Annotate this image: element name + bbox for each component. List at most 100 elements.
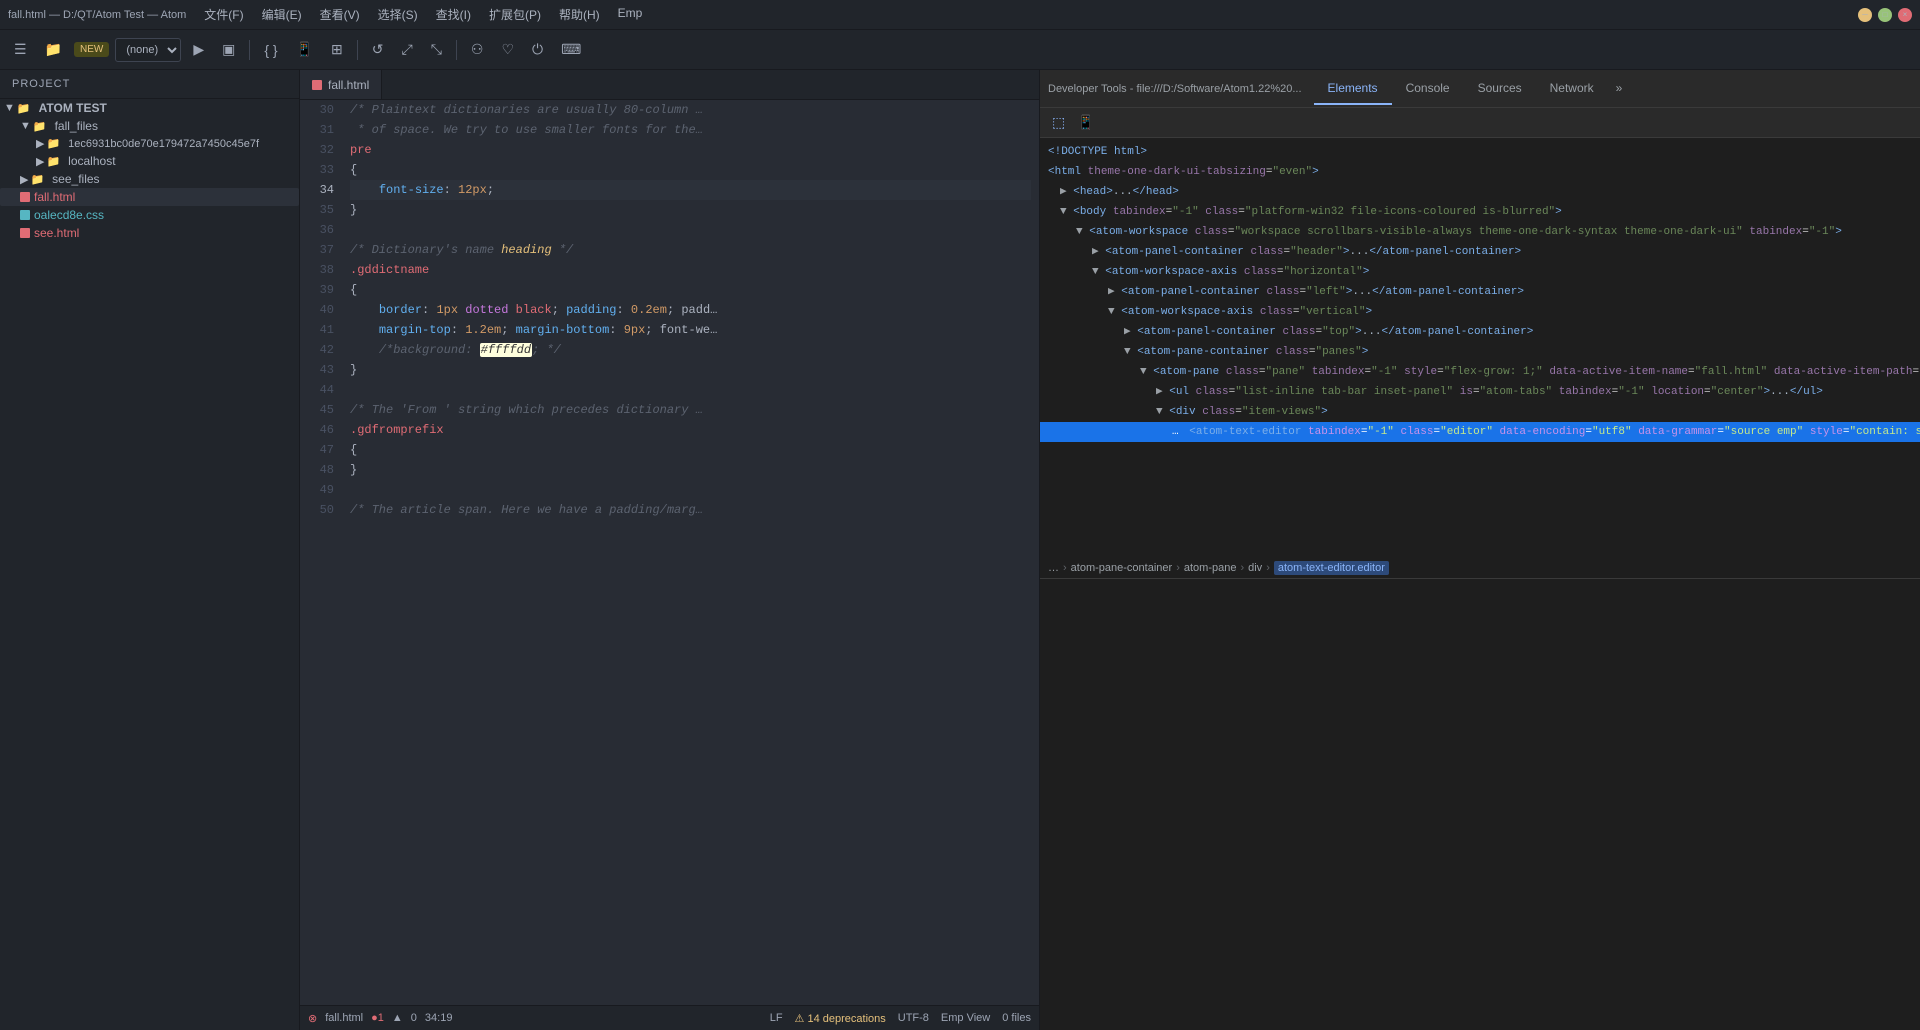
dom-line-panel-top[interactable]: ▶ <atom-panel-container class="top">...<… xyxy=(1040,322,1920,342)
github-button[interactable]: ⚇ xyxy=(465,37,490,62)
tree-fall-html[interactable]: fall.html xyxy=(0,188,299,206)
menu-find[interactable]: 查找(I) xyxy=(428,4,479,25)
collapse-arrow-icon: ▼ xyxy=(4,102,15,114)
tree-oalecd8e-css[interactable]: oalecd8e.css xyxy=(0,206,299,224)
ln-45: 45 xyxy=(308,400,334,420)
breadcrumb-sep-1: › xyxy=(1063,562,1067,574)
code-editor[interactable]: 30 31 32 33 34 35 36 37 38 39 40 41 42 4… xyxy=(300,100,1039,1005)
breadcrumb-atom-text-editor[interactable]: atom-text-editor.editor xyxy=(1274,561,1389,575)
status-right: LF ⚠ 14 deprecations UTF-8 Emp View 0 fi… xyxy=(770,1012,1031,1025)
tree-see-html[interactable]: see.html xyxy=(0,224,299,242)
inspect-element-btn[interactable]: ⬚ xyxy=(1048,112,1069,133)
breadcrumb-sep-3: › xyxy=(1240,562,1244,574)
project-selector[interactable]: (none) xyxy=(115,38,181,62)
menu-help[interactable]: 帮助(H) xyxy=(551,4,608,25)
fall-html-label: fall.html xyxy=(34,190,75,204)
play-button[interactable]: ▶ xyxy=(187,37,210,62)
window-title: fall.html — D:/QT/Atom Test — Atom xyxy=(8,9,186,21)
file-id-label: 1ec6931bc0de70e179472a7450c45e7f xyxy=(68,138,259,150)
dom-line-panes[interactable]: ▼ <atom-pane-container class="panes"> xyxy=(1040,342,1920,362)
see-html-label: see.html xyxy=(34,226,79,240)
tree-root[interactable]: ▼ 📁 ATOM TEST xyxy=(0,99,299,117)
devtools-tab-elements[interactable]: Elements xyxy=(1314,73,1392,105)
menu-edit[interactable]: 编辑(E) xyxy=(254,4,310,25)
status-error-icon: ⊗ xyxy=(308,1012,317,1025)
code-line-40: border: 1px dotted black; padding: 0.2em… xyxy=(350,300,1031,320)
dom-line-ul[interactable]: ▶ <ul class="list-inline tab-bar inset-p… xyxy=(1040,382,1920,402)
dom-line-axis-vert[interactable]: ▼ <atom-workspace-axis class="vertical"> xyxy=(1040,302,1920,322)
power-button[interactable]: ⏻ xyxy=(526,37,549,62)
folder-open[interactable]: 📁 xyxy=(39,37,68,62)
breadcrumb-dots: … xyxy=(1048,562,1059,574)
dom-line-doctype[interactable]: <!DOCTYPE html> xyxy=(1040,142,1920,162)
dom-line-panel-left[interactable]: ▶ <atom-panel-container class="left">...… xyxy=(1040,282,1920,302)
reload-button[interactable]: ↺ xyxy=(366,37,390,62)
dom-line-workspace[interactable]: ▼ <atom-workspace class="workspace scrol… xyxy=(1040,222,1920,242)
menu-emp[interactable]: Emp xyxy=(610,4,651,25)
dom-line-html[interactable]: <html theme-one-dark-ui-tabsizing="even"… xyxy=(1040,162,1920,182)
dom-line-body[interactable]: ▼ <body tabindex="-1" class="platform-wi… xyxy=(1040,202,1920,222)
menu-file[interactable]: 文件(F) xyxy=(196,4,251,25)
code-line-48: } xyxy=(350,460,1031,480)
html-icon-see xyxy=(20,228,30,238)
shrink-button[interactable]: ⤡ xyxy=(425,37,448,62)
expand-arrow-icon-2: ▶ xyxy=(36,137,44,150)
keyboard-button[interactable]: ⌨ xyxy=(555,37,587,62)
status-errors: ●1 xyxy=(371,1012,384,1024)
css-icon xyxy=(20,210,30,220)
tree-see-files[interactable]: ▶ 📁 see_files xyxy=(0,170,299,188)
editor-panel: Project ▼ 📁 ATOM TEST ▼ 📁 fall_files ▶ 📁… xyxy=(0,70,1040,1030)
devtools-tab-console[interactable]: Console xyxy=(1392,73,1464,105)
status-deprecations[interactable]: ⚠ 14 deprecations xyxy=(795,1012,886,1025)
dom-line-atom-text-editor[interactable]: … <atom-text-editor tabindex="-1" class=… xyxy=(1040,422,1920,442)
tab-label: fall.html xyxy=(328,78,369,92)
code-content[interactable]: /* Plaintext dictionaries are usually 80… xyxy=(342,100,1039,1005)
close-button[interactable]: × xyxy=(1898,8,1912,22)
menu-select[interactable]: 选择(S) xyxy=(370,4,426,25)
expand-arrow-icon-1: ▼ xyxy=(20,120,31,132)
tree-view-toggle[interactable]: ☰ xyxy=(8,37,33,62)
status-lf: LF xyxy=(770,1012,783,1025)
devtools-title: Developer Tools - file:///D:/Software/At… xyxy=(1048,83,1302,95)
localhost-label: localhost xyxy=(68,154,115,168)
device-button[interactable]: 📱 xyxy=(290,37,319,62)
tree-localhost[interactable]: ▶ 📁 localhost xyxy=(0,152,299,170)
tree-fall-files[interactable]: ▼ 📁 fall_files xyxy=(0,117,299,135)
grid-button[interactable]: ⊞ xyxy=(325,37,349,62)
code-line-31: * of space. We try to use smaller fonts … xyxy=(350,120,1031,140)
heart-button[interactable]: ♡ xyxy=(495,37,520,62)
tree-file-id[interactable]: ▶ 📁 1ec6931bc0de70e179472a7450c45e7f xyxy=(0,135,299,152)
devtools-left: <!DOCTYPE html> <html theme-one-dark-ui-… xyxy=(1040,138,1920,1030)
breadcrumb-div[interactable]: div xyxy=(1248,562,1262,574)
ln-36: 36 xyxy=(308,220,334,240)
dom-line-axis-horiz[interactable]: ▼ <atom-workspace-axis class="horizontal… xyxy=(1040,262,1920,282)
breadcrumb-atom-pane[interactable]: atom-pane xyxy=(1184,562,1237,574)
status-utf8: UTF-8 xyxy=(898,1012,929,1025)
breadcrumb-atom-pane-container[interactable]: atom-pane-container xyxy=(1071,562,1173,574)
tab-fall-html[interactable]: fall.html xyxy=(300,70,382,99)
device-toolbar-btn[interactable]: 📱 xyxy=(1073,112,1098,133)
dom-line-head[interactable]: ▶ <head>...</head> xyxy=(1040,182,1920,202)
maximize-button[interactable]: □ xyxy=(1878,8,1892,22)
new-file[interactable]: NEW xyxy=(74,42,109,57)
terminal-button[interactable]: ▣ xyxy=(216,37,241,62)
menu-packages[interactable]: 扩展包(P) xyxy=(481,4,549,25)
folder-icon-3: 📁 xyxy=(46,137,60,150)
ln-35: 35 xyxy=(308,200,334,220)
expand-arrow-icon-3: ▶ xyxy=(36,155,44,168)
menu-view[interactable]: 查看(V) xyxy=(312,4,368,25)
ln-32: 32 xyxy=(308,140,334,160)
dom-line-panel-header[interactable]: ▶ <atom-panel-container class="header">.… xyxy=(1040,242,1920,262)
code-line-41: margin-top: 1.2em; margin-bottom: 9px; f… xyxy=(350,320,1031,340)
format-button[interactable]: { } xyxy=(258,38,283,62)
dom-line-pane[interactable]: ▼ <atom-pane class="pane" tabindex="-1" … xyxy=(1040,362,1920,382)
minimize-button[interactable]: ─ xyxy=(1858,8,1872,22)
devtools-tab-network[interactable]: Network xyxy=(1536,73,1608,105)
ln-33: 33 xyxy=(308,160,334,180)
devtools-tab-sources[interactable]: Sources xyxy=(1464,73,1536,105)
code-line-46: .gdfromprefix xyxy=(350,420,1031,440)
devtools-tab-more[interactable]: » xyxy=(1608,73,1631,105)
dom-tree[interactable]: <!DOCTYPE html> <html theme-one-dark-ui-… xyxy=(1040,138,1920,558)
expand-button[interactable]: ⤢ xyxy=(396,37,419,62)
dom-line-item-views[interactable]: ▼ <div class="item-views"> xyxy=(1040,402,1920,422)
